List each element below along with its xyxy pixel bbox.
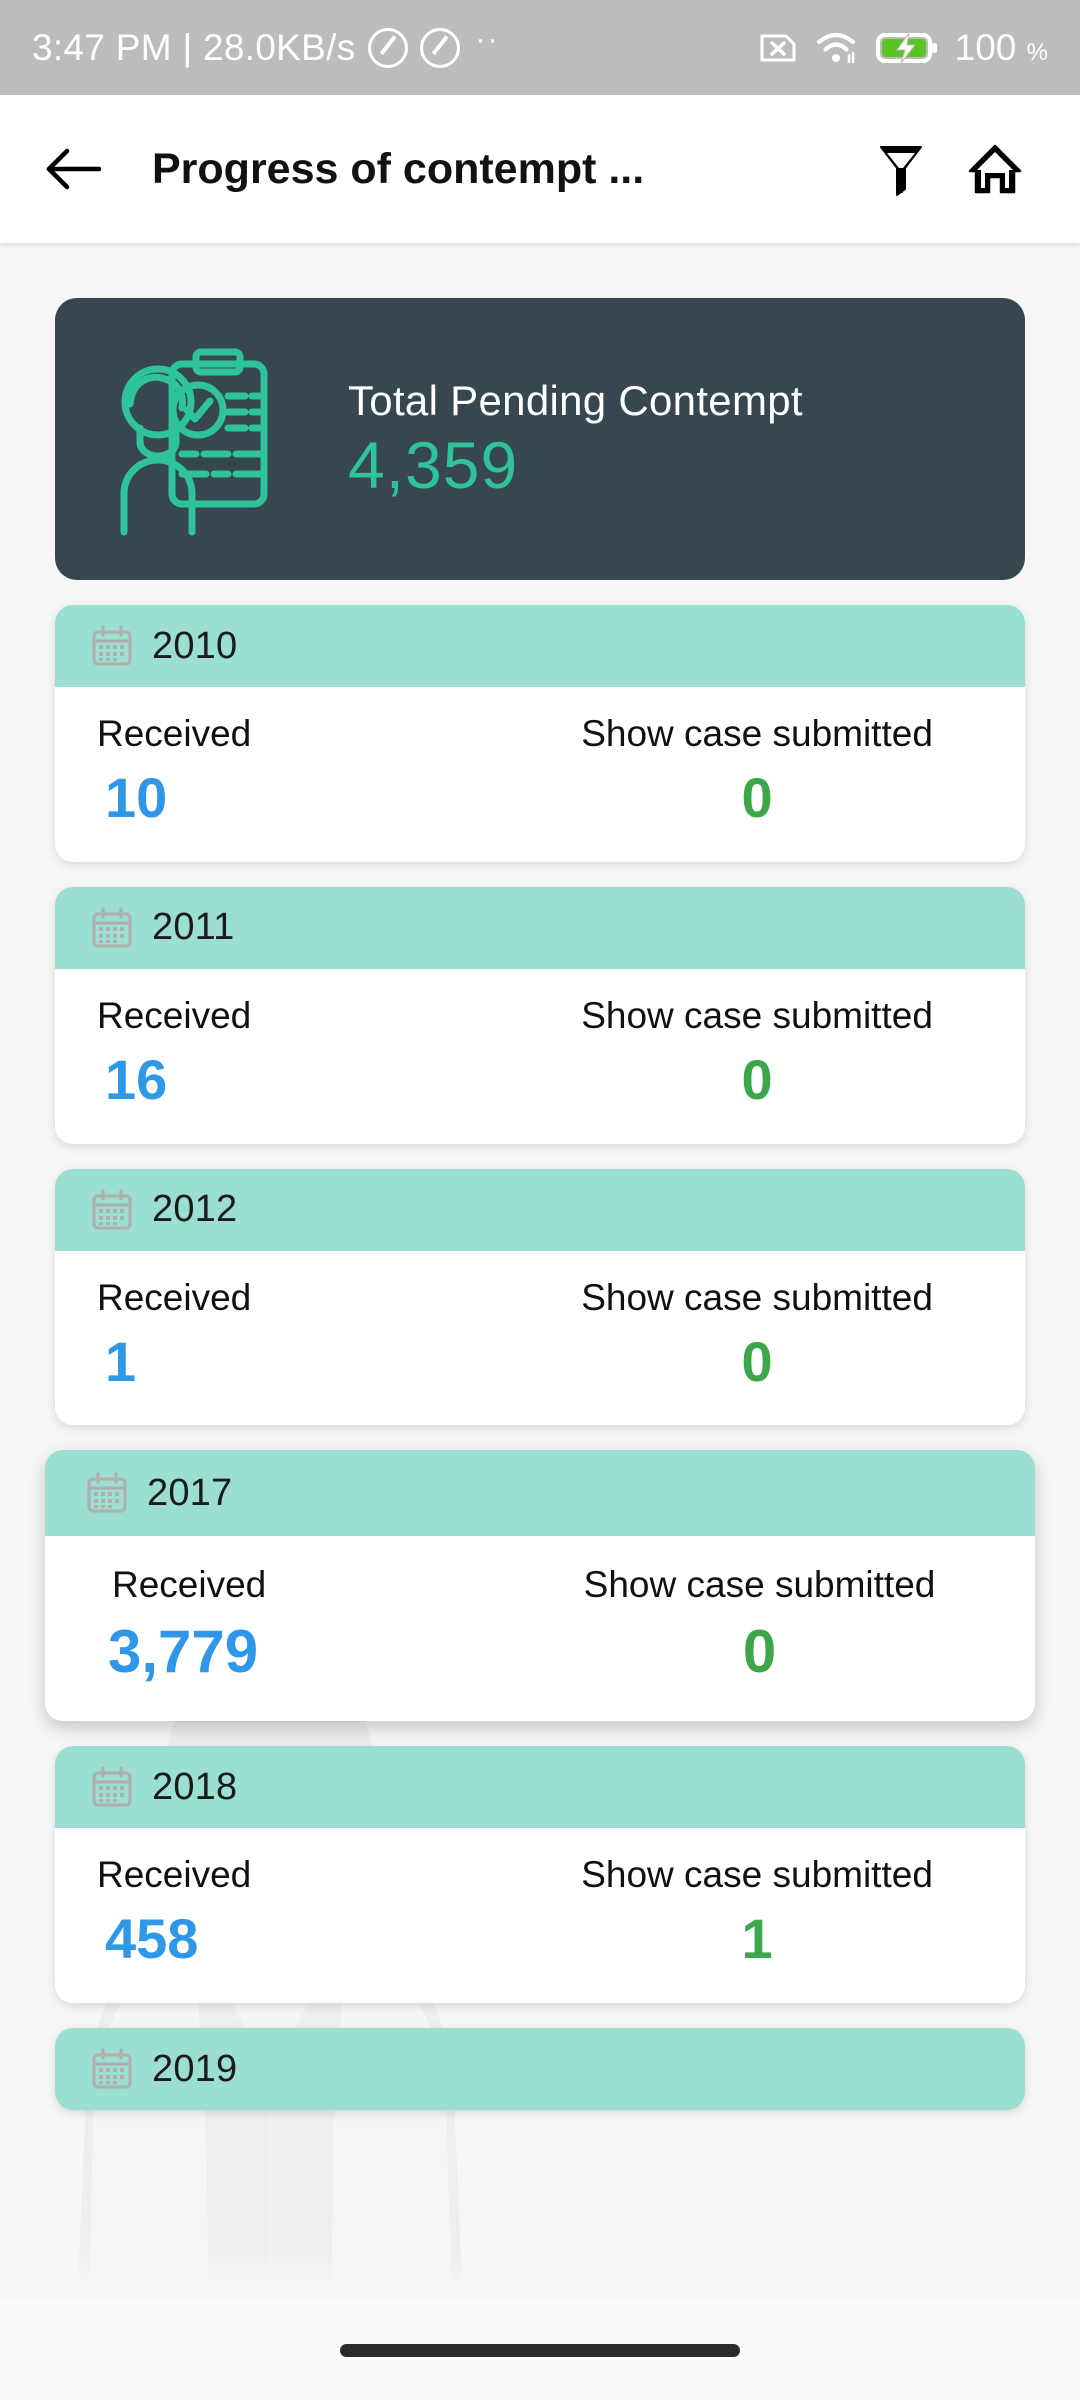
app-bar: Progress of contempt ... — [0, 95, 1080, 243]
received-label: Received — [97, 713, 252, 754]
do-not-disturb-icon — [367, 27, 408, 68]
received-value: 1 — [105, 1329, 137, 1393]
calendar-icon — [92, 907, 132, 948]
show-case-submitted-label: Show case submitted — [583, 1564, 936, 1606]
status-bar: 3:47 PM | 28.0KB/s ·· 100 % — [0, 0, 1080, 95]
year-card[interactable]: 2011 Received 16 Show case submitted 0 — [55, 886, 1025, 1144]
wifi-icon — [816, 32, 855, 63]
calendar-icon — [90, 1188, 134, 1232]
show-case-submitted-column: Show case submitted 0 — [529, 1277, 985, 1392]
calendar-icon — [92, 625, 132, 666]
scroll-inner: Total Pending Contempt 4,359 2010 Receive… — [0, 298, 1080, 2111]
home-icon — [968, 144, 1022, 194]
year-card-body: Received 458 Show case submitted 1 — [55, 1828, 1025, 2004]
do-not-disturb-icon-2 — [419, 27, 460, 68]
year-label: 2017 — [147, 1471, 233, 1514]
received-column: Received 1 — [95, 1277, 529, 1392]
filter-button[interactable] — [862, 130, 940, 208]
page-title: Progress of contempt ... — [152, 144, 645, 193]
year-card-body: Received 10 Show case submitted 0 — [55, 687, 1025, 862]
received-value: 458 — [105, 1907, 199, 1971]
received-value: 3,779 — [108, 1618, 259, 1686]
received-label: Received — [97, 1276, 252, 1318]
system-navigation-bar — [0, 2300, 1080, 2400]
show-case-submitted-label: Show case submitted — [581, 1854, 933, 1896]
show-case-submitted-label: Show case submitted — [581, 994, 933, 1036]
funnel-filter-icon — [880, 146, 922, 196]
year-card-body: Received 1 Show case submitted 0 — [55, 1250, 1025, 1426]
calendar-icon — [92, 2048, 132, 2089]
year-label: 2019 — [152, 2047, 238, 2090]
year-card[interactable]: 2010 Received 10 Show case submitted 0 — [55, 605, 1025, 862]
received-value: 10 — [105, 766, 168, 829]
year-card-header: 2017 — [45, 1450, 1035, 1537]
calendar-icon — [90, 624, 134, 668]
year-card-body: Received 16 Show case submitted 0 — [55, 968, 1025, 1144]
summary-label: Total Pending Contempt — [348, 377, 803, 425]
scroll-content[interactable]: Total Pending Contempt 4,359 2010 Receive… — [0, 243, 1080, 2400]
calendar-icon — [90, 1765, 134, 1809]
year-label: 2010 — [152, 624, 238, 667]
received-column: Received 16 — [95, 995, 529, 1110]
status-bar-right: 100 % — [758, 27, 1048, 69]
year-card-list: 2010 Received 10 Show case submitted 0 2011 Re… — [0, 580, 1080, 2111]
show-case-submitted-value: 0 — [741, 1047, 773, 1111]
year-card-header: 2010 — [55, 605, 1025, 687]
home-gesture-pill[interactable] — [340, 2343, 740, 2357]
status-clock: 3:47 PM | 28.0KB/s — [32, 26, 356, 68]
year-card-header: 2011 — [55, 886, 1025, 969]
received-label: Received — [97, 1854, 252, 1896]
year-card[interactable]: 2017 Received 3,779 Show case submitted 0 — [45, 1450, 1035, 1722]
calendar-icon — [87, 1472, 127, 1513]
show-case-submitted-column: Show case submitted 0 — [529, 1564, 990, 1683]
show-case-submitted-value: 1 — [741, 1907, 773, 1971]
show-case-submitted-column: Show case submitted 0 — [529, 713, 985, 828]
received-value: 16 — [105, 1047, 168, 1111]
show-case-submitted-column: Show case submitted 0 — [529, 995, 985, 1110]
person-clipboard-checklist-icon — [105, 339, 320, 539]
show-case-submitted-value: 0 — [741, 1329, 773, 1393]
year-label: 2012 — [152, 1188, 238, 1231]
show-case-submitted-value: 0 — [742, 1618, 777, 1686]
calendar-icon — [90, 2047, 134, 2091]
received-column: Received 458 — [95, 1854, 529, 1969]
status-bar-left: 3:47 PM | 28.0KB/s ·· — [32, 22, 758, 69]
more-dots-icon: ·· — [475, 22, 500, 56]
received-label: Received — [112, 1564, 267, 1606]
battery-charging-icon — [875, 32, 937, 63]
year-label: 2011 — [152, 906, 235, 949]
total-pending-contempt-card[interactable]: Total Pending Contempt 4,359 — [55, 298, 1025, 580]
year-card-header: 2018 — [55, 1746, 1025, 1829]
year-card[interactable]: 2019 — [55, 2028, 1025, 2111]
show-case-submitted-label: Show case submitted — [581, 713, 933, 754]
no-sim-icon — [760, 34, 796, 61]
phone-screen: 3:47 PM | 28.0KB/s ·· 100 % Progress of … — [0, 0, 1080, 2400]
year-label: 2018 — [152, 1765, 238, 1808]
back-button[interactable] — [40, 134, 110, 204]
show-case-submitted-column: Show case submitted 1 — [529, 1854, 985, 1969]
calendar-icon — [85, 1471, 129, 1515]
arrow-left-icon — [46, 148, 102, 190]
calendar-icon — [90, 906, 134, 950]
year-card[interactable]: 2012 Received 1 Show case submitted 0 — [55, 1168, 1025, 1426]
year-card-header: 2012 — [55, 1168, 1025, 1251]
show-case-submitted-label: Show case submitted — [581, 1276, 933, 1318]
home-button[interactable] — [956, 130, 1034, 208]
summary-value: 4,359 — [348, 428, 519, 503]
battery-percent: 100 % — [954, 26, 1048, 68]
year-card[interactable]: 2018 Received 458 Show case submitted 1 — [55, 1746, 1025, 2004]
received-label: Received — [97, 994, 252, 1036]
calendar-icon — [92, 1766, 132, 1807]
year-card-body: Received 3,779 Show case submitted 0 — [45, 1536, 1035, 1722]
received-column: Received 3,779 — [90, 1564, 529, 1683]
show-case-submitted-value: 0 — [741, 766, 773, 829]
calendar-icon — [92, 1188, 132, 1230]
year-card-header: 2019 — [55, 2028, 1025, 2111]
received-column: Received 10 — [95, 713, 529, 828]
summary-text-block: Total Pending Contempt 4,359 — [348, 377, 803, 500]
